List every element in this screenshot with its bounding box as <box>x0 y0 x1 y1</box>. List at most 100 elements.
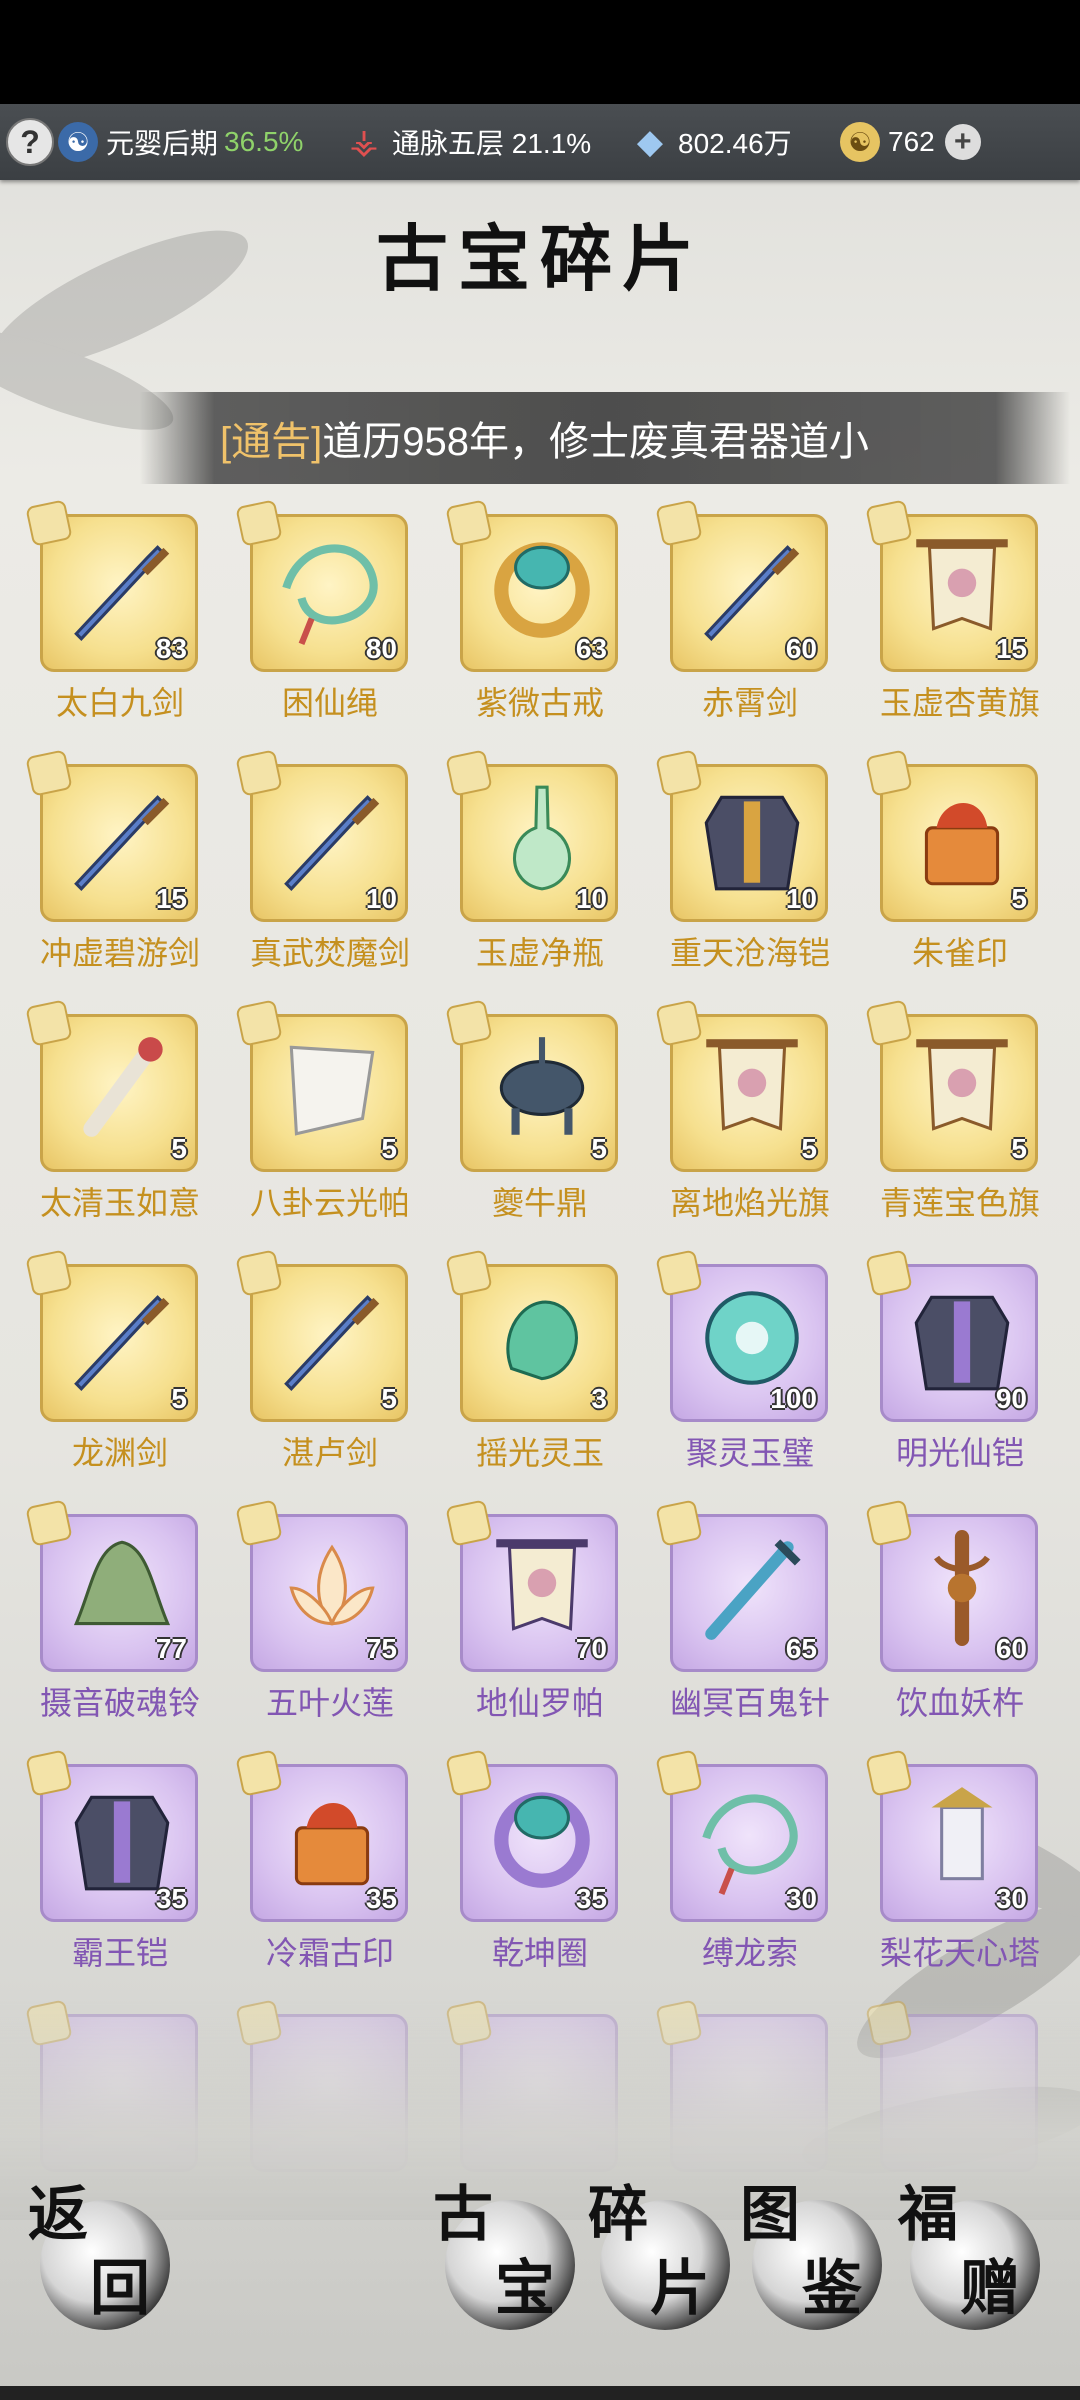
fragment-card[interactable]: 35 <box>235 1749 408 1922</box>
fragment-item[interactable]: 5 夔牛鼎 <box>420 999 620 1222</box>
fragment-item[interactable]: 83 太白九剑 <box>0 499 200 722</box>
fragment-card[interactable]: 5 <box>865 999 1038 1172</box>
meridian-display[interactable]: ⚶ 通脉五层 21.1% <box>344 104 592 180</box>
fragment-item[interactable]: 3 摇光灵玉 <box>420 1249 620 1472</box>
armor-icon <box>901 1277 1023 1397</box>
fragment-card[interactable]: 63 <box>445 499 618 672</box>
fragment-item[interactable]: 10 玉虚净瓶 <box>420 749 620 972</box>
armor-icon <box>691 777 813 897</box>
help-button[interactable]: ? <box>6 118 54 166</box>
fragment-count: 83 <box>155 633 187 664</box>
fragment-card[interactable]: 3 <box>445 1249 618 1422</box>
fragment-count: 70 <box>575 1633 607 1664</box>
realm-label: 元婴后期 <box>106 128 219 159</box>
sword-icon <box>271 1277 393 1397</box>
banner-icon <box>481 1527 603 1647</box>
fragment-card[interactable]: 15 <box>865 499 1038 672</box>
fragment-count: 60 <box>995 1633 1027 1664</box>
fragment-card[interactable]: 70 <box>445 1499 618 1672</box>
fragment-name: 五叶火莲 <box>265 1684 394 1722</box>
fragment-item[interactable]: 5 离地焰光旗 <box>630 999 830 1222</box>
fragment-item[interactable]: 35 霸王铠 <box>0 1749 200 1972</box>
nav-fragments-button[interactable]: 碎片 <box>588 2180 730 2330</box>
fragment-item[interactable]: 77 摄音破魂铃 <box>0 1499 200 1722</box>
fragment-item[interactable]: 5 八卦云光帕 <box>210 999 410 1222</box>
fragment-item[interactable]: 30 缚龙索 <box>630 1749 830 1972</box>
fragment-card[interactable]: 75 <box>235 1499 408 1672</box>
fragment-card[interactable]: 10 <box>655 749 828 922</box>
nav-char-2: 片 <box>650 2254 710 2324</box>
spirit-stone-display[interactable]: ◆ 802.46万 <box>630 104 792 180</box>
fragment-item[interactable]: 15 玉虚杏黄旗 <box>840 499 1040 722</box>
fragment-card[interactable]: 90 <box>865 1249 1038 1422</box>
fragment-item[interactable]: 80 困仙绳 <box>210 499 410 722</box>
fragment-count: 5 <box>1011 1133 1027 1164</box>
fragment-card[interactable]: 80 <box>235 499 408 672</box>
fragment-card[interactable]: 10 <box>445 749 618 922</box>
fragment-card[interactable]: 5 <box>25 999 198 1172</box>
fragment-item[interactable]: 5 湛卢剑 <box>210 1249 410 1472</box>
seal-icon <box>901 777 1023 897</box>
fragment-count: 35 <box>155 1883 187 1914</box>
fragment-name: 缚龙索 <box>701 1934 798 1972</box>
nav-gift-button[interactable]: 福赠 <box>898 2180 1040 2330</box>
jade-disc-icon <box>691 1277 813 1397</box>
fragment-name: 霸王铠 <box>71 1934 168 1972</box>
fragment-item[interactable]: 30 梨花天心塔 <box>840 1749 1040 1972</box>
fragment-card[interactable]: 5 <box>655 999 828 1172</box>
fragment-item[interactable]: 5 太清玉如意 <box>0 999 200 1222</box>
rope-icon <box>271 527 393 647</box>
fragment-card[interactable]: 30 <box>655 1749 828 1922</box>
fragment-item[interactable]: 65 幽冥百鬼针 <box>630 1499 830 1722</box>
fragment-card[interactable]: 77 <box>25 1499 198 1672</box>
fragment-item[interactable]: 10 真武焚魔剑 <box>210 749 410 972</box>
fragment-card[interactable]: 15 <box>25 749 198 922</box>
resource-bar: ? ☯ 元婴后期 36.5% ⚶ 通脉五层 21.1% ◆ 802.46万 ☯ … <box>0 104 1080 180</box>
fragment-item[interactable]: 63 紫微古戒 <box>420 499 620 722</box>
fragment-item[interactable]: 75 五叶火莲 <box>210 1499 410 1722</box>
fragment-item[interactable]: 35 乾坤圈 <box>420 1749 620 1972</box>
fragment-count: 63 <box>575 633 607 664</box>
fragment-item[interactable]: 90 明光仙铠 <box>840 1249 1040 1472</box>
fragment-card[interactable]: 83 <box>25 499 198 672</box>
nav-char-2: 鉴 <box>802 2254 862 2324</box>
fragment-card[interactable]: 60 <box>655 499 828 672</box>
fragment-card[interactable]: 5 <box>445 999 618 1172</box>
nav-char-1: 福 <box>898 2180 958 2250</box>
realm-display[interactable]: ☯ 元婴后期 36.5% <box>58 104 303 180</box>
crystal-icon: ◆ <box>636 123 664 161</box>
fragment-item[interactable]: 60 赤霄剑 <box>630 499 830 722</box>
nav-char-1: 碎 <box>588 2180 648 2250</box>
fragment-item[interactable]: 5 青莲宝色旗 <box>840 999 1040 1222</box>
fragment-item[interactable]: 70 地仙罗帕 <box>420 1499 620 1722</box>
fragment-card[interactable]: 35 <box>25 1749 198 1922</box>
fragment-name: 朱雀印 <box>911 934 1008 972</box>
fragment-card[interactable]: 5 <box>235 1249 408 1422</box>
fragment-card[interactable]: 30 <box>865 1749 1038 1922</box>
banner-icon <box>691 1027 813 1147</box>
fragment-item[interactable]: 10 重天沧海铠 <box>630 749 830 972</box>
fragment-item[interactable]: 100 聚灵玉璧 <box>630 1249 830 1472</box>
meridian-label: 通脉五层 21.1% <box>392 128 592 159</box>
nav-back-button[interactable]: 返回 <box>28 2180 170 2330</box>
fragment-item[interactable]: 5 龙渊剑 <box>0 1249 200 1472</box>
fragment-card[interactable]: 5 <box>865 749 1038 922</box>
fragment-name: 冷霜古印 <box>265 1934 394 1972</box>
nav-treasure-button[interactable]: 古宝 <box>433 2180 575 2330</box>
fragment-name: 乾坤圈 <box>491 1934 588 1972</box>
fragment-card[interactable]: 10 <box>235 749 408 922</box>
fragment-card[interactable]: 100 <box>655 1249 828 1422</box>
fragment-card[interactable]: 60 <box>865 1499 1038 1672</box>
fragment-item[interactable]: 60 饮血妖杵 <box>840 1499 1040 1722</box>
fragment-card[interactable]: 5 <box>235 999 408 1172</box>
fragment-card[interactable]: 35 <box>445 1749 618 1922</box>
sword-icon <box>691 527 813 647</box>
fragment-item[interactable]: 15 冲虚碧游剑 <box>0 749 200 972</box>
fragment-card[interactable]: 65 <box>655 1499 828 1672</box>
fragment-item[interactable]: 5 朱雀印 <box>840 749 1040 972</box>
fragment-item[interactable]: 35 冷霜古印 <box>210 1749 410 1972</box>
jade-count: 762 <box>888 126 935 157</box>
add-currency-button[interactable]: + <box>944 124 981 160</box>
fragment-card[interactable]: 5 <box>25 1249 198 1422</box>
nav-catalog-button[interactable]: 图鉴 <box>740 2180 882 2330</box>
